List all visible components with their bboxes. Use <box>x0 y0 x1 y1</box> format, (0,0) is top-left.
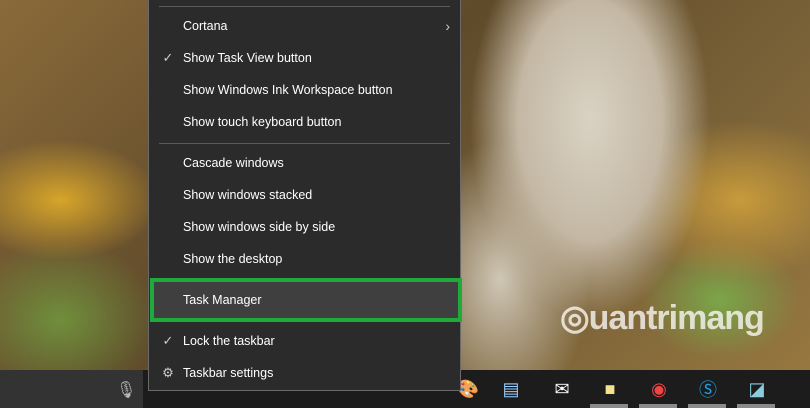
menu-item-side-by-side[interactable]: Show windows side by side <box>149 211 460 243</box>
check-icon: ✓ <box>162 50 174 65</box>
running-indicator <box>590 404 628 408</box>
menu-item-show-ink-workspace[interactable]: Show Windows Ink Workspace button <box>149 74 460 106</box>
skype-icon[interactable]: Ⓢ <box>695 376 721 402</box>
chrome-icon[interactable]: ◉ <box>646 376 672 402</box>
menu-item-task-manager[interactable]: Task Manager <box>149 284 460 316</box>
wordpad-icon[interactable]: ▤ <box>498 376 524 402</box>
menu-item-taskbar-settings[interactable]: ⚙ Taskbar settings <box>149 357 460 389</box>
running-indicator <box>688 404 726 408</box>
watermark-logo: ◎uantrimang <box>560 299 765 337</box>
menu-item-label: Cortana <box>183 19 228 33</box>
menu-item-label: Show Task View button <box>183 51 312 65</box>
menu-item-label: Task Manager <box>183 293 262 307</box>
menu-item-label: Show Windows Ink Workspace button <box>183 83 393 97</box>
menu-item-lock-taskbar[interactable]: ✓ Lock the taskbar <box>149 325 460 357</box>
separator <box>159 6 450 7</box>
menu-item-label: Show windows stacked <box>183 188 313 202</box>
menu-item-label: Show windows side by side <box>183 220 336 234</box>
menu-item-label: Cascade windows <box>183 156 284 170</box>
menu-item-show-desktop[interactable]: Show the desktop <box>149 243 460 275</box>
menu-item-windows-stacked[interactable]: Show windows stacked <box>149 179 460 211</box>
check-icon: ✓ <box>162 333 174 348</box>
menu-item-label: Taskbar settings <box>183 366 274 380</box>
menu-item-cascade-windows[interactable]: Cascade windows <box>149 147 460 179</box>
menu-item-label: Show touch keyboard button <box>183 115 342 129</box>
taskbar-context-menu: Cortana › ✓ Show Task View button Show Win… <box>148 0 462 391</box>
running-indicator <box>737 404 775 408</box>
menu-item-show-touch-keyboard[interactable]: Show touch keyboard button <box>149 106 460 138</box>
microphone-icon[interactable]: 🎙 <box>116 380 136 400</box>
menu-item-label: Lock the taskbar <box>183 334 275 348</box>
menu-item-cortana[interactable]: Cortana › <box>149 10 460 42</box>
menu-item-show-task-view[interactable]: ✓ Show Task View button <box>149 42 460 74</box>
notepad-icon[interactable]: ◪ <box>744 376 770 402</box>
chevron-right-icon: › <box>445 18 450 34</box>
gear-icon: ⚙ <box>162 365 174 380</box>
separator <box>159 143 450 144</box>
running-indicator <box>639 404 677 408</box>
mail-icon[interactable]: ✉ <box>549 376 575 402</box>
menu-item-label: Show the desktop <box>183 252 283 266</box>
sticky-notes-icon[interactable]: ■ <box>597 376 623 402</box>
